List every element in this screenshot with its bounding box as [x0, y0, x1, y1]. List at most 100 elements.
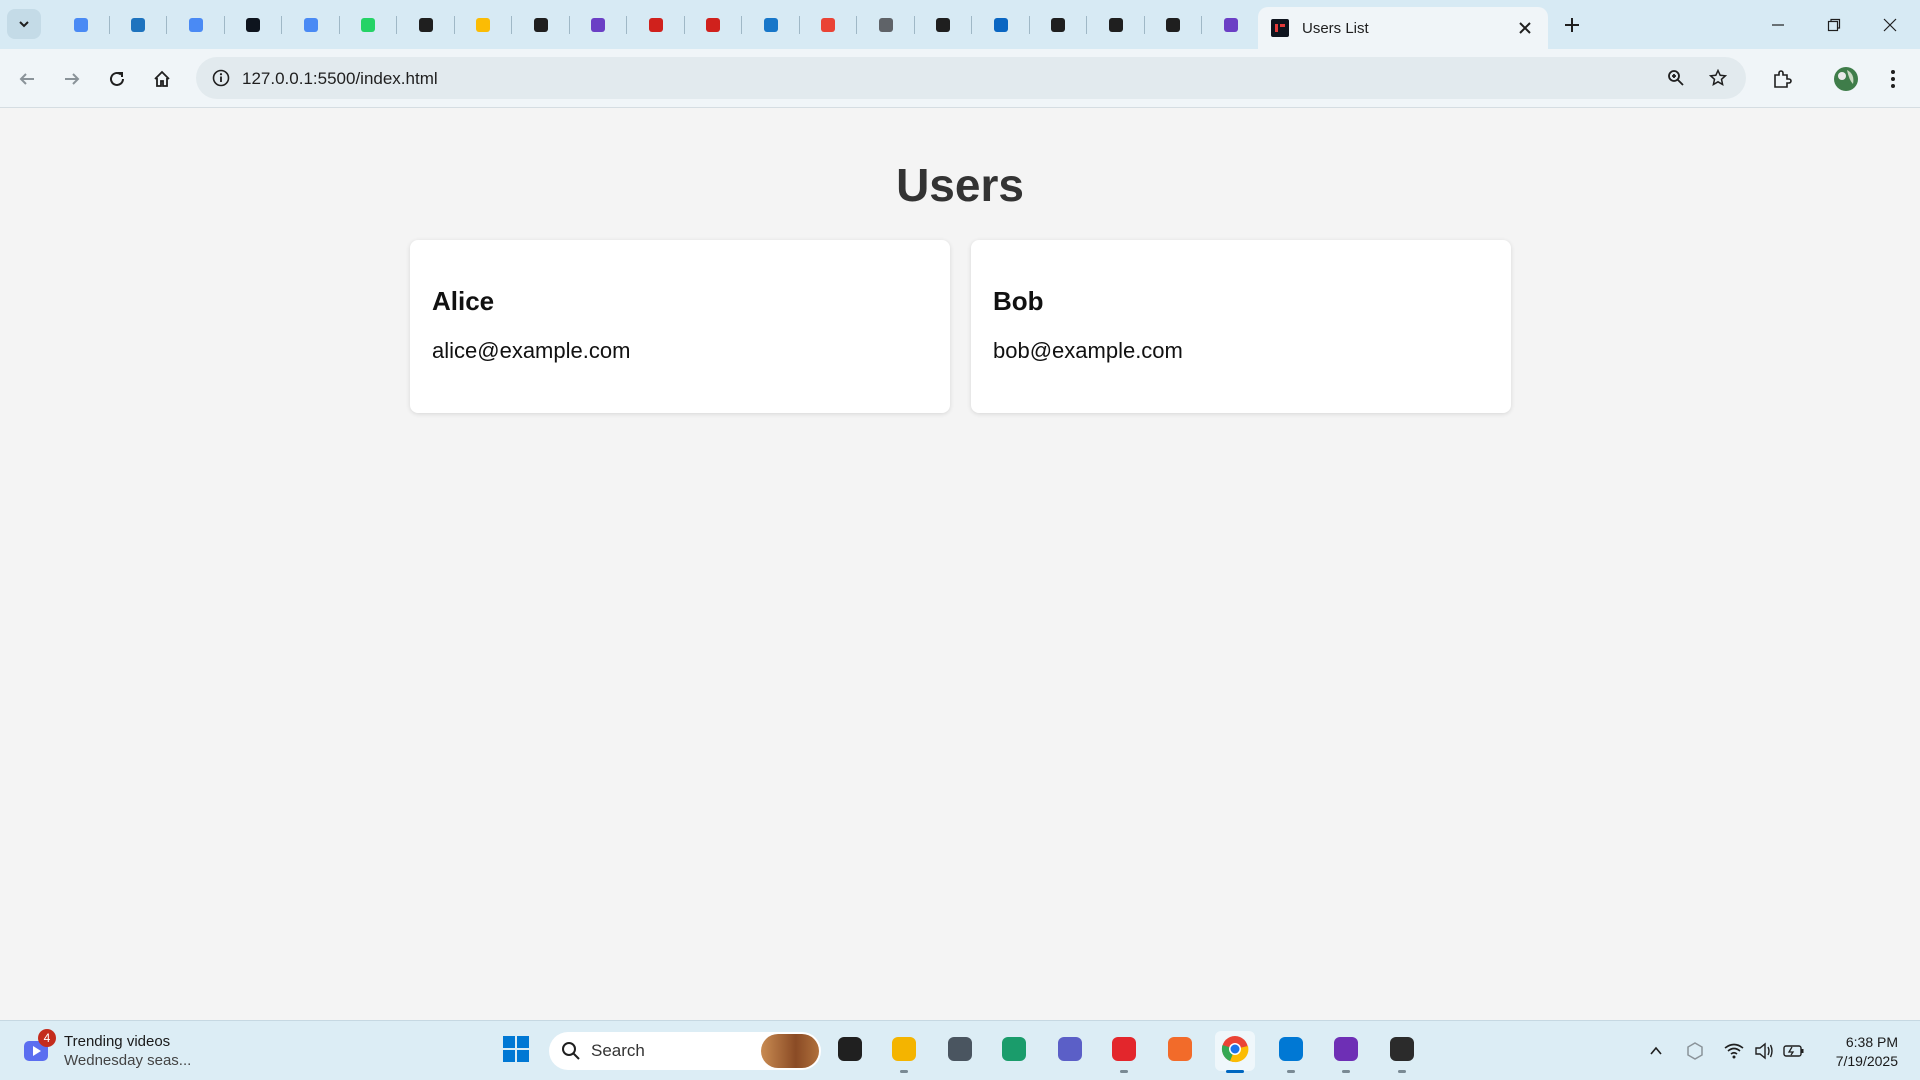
user-card: Alice alice@example.com [410, 240, 950, 413]
wps-office-icon [1110, 1035, 1138, 1068]
pinned-tab[interactable] [627, 0, 685, 49]
plus-icon [1565, 18, 1579, 32]
close-tab-icon[interactable] [1514, 17, 1536, 39]
chrome-taskbar-button[interactable] [1215, 1031, 1255, 1073]
file-explorer-icon [890, 1035, 918, 1068]
user-name: Alice [432, 286, 495, 316]
clock-time: 6:38 PM [1845, 1034, 1898, 1050]
file-explorer-taskbar-button[interactable] [884, 1031, 924, 1073]
user-name: Bob [993, 286, 1044, 316]
tab-strip: Users List [0, 0, 1920, 49]
home-button[interactable] [146, 63, 178, 95]
address-bar[interactable]: 127.0.0.1:5500/index.html [196, 57, 1746, 99]
running-indicator [900, 1070, 908, 1073]
forward-button[interactable] [56, 63, 88, 95]
camera-taskbar-button[interactable] [940, 1031, 980, 1071]
pinned-tab[interactable] [685, 0, 743, 49]
pinned-tab[interactable] [282, 0, 340, 49]
profile-button[interactable] [1830, 63, 1862, 95]
terminal-icon [1388, 1035, 1416, 1068]
github-desktop-icon [1332, 1035, 1360, 1068]
edge-taskbar-button[interactable] [994, 1031, 1034, 1071]
windows-start-taskbar-button[interactable] [496, 1031, 536, 1071]
pinned-tab[interactable] [570, 0, 628, 49]
wps-office-taskbar-button[interactable] [1104, 1031, 1144, 1073]
tab-title: Users List [1302, 19, 1369, 37]
k-icon [761, 15, 781, 35]
zoom-icon [1668, 70, 1684, 86]
running-indicator [1287, 1070, 1295, 1073]
battery-icon[interactable] [1780, 1037, 1808, 1065]
pinned-tab[interactable] [167, 0, 225, 49]
pinned-tab[interactable] [857, 0, 915, 49]
pinned-tab[interactable] [512, 0, 570, 49]
pinned-tab[interactable] [915, 0, 973, 49]
pinned-tab[interactable] [1087, 0, 1145, 49]
back-button[interactable] [11, 63, 43, 95]
taskbar-clock[interactable]: 6:38 PM 7/19/2025 [1836, 1033, 1898, 1071]
new-tab-button[interactable] [1558, 11, 1586, 39]
github-desktop-taskbar-button[interactable] [1326, 1031, 1366, 1073]
tech-red-icon [703, 15, 723, 35]
restore-button[interactable] [1806, 0, 1862, 49]
search-highlight-image [761, 1034, 819, 1068]
pinned-tab[interactable] [110, 0, 168, 49]
pinned-tab[interactable] [1202, 0, 1260, 49]
pinned-tab[interactable] [1030, 0, 1088, 49]
notes-icon [588, 15, 608, 35]
gemini-icon [301, 15, 321, 35]
pinned-tab[interactable] [340, 0, 398, 49]
minimize-button[interactable] [1750, 0, 1806, 49]
globe-icon [876, 15, 896, 35]
teams-taskbar-button[interactable] [1050, 1031, 1090, 1071]
running-indicator [1342, 1070, 1350, 1073]
close-window-button[interactable] [1862, 0, 1918, 49]
pinned-tab[interactable] [1145, 0, 1203, 49]
pinned-tab[interactable] [52, 0, 110, 49]
task-view-icon [836, 1035, 864, 1068]
pinned-tab[interactable] [225, 0, 283, 49]
chatgpt-icon [1106, 15, 1126, 35]
vscode-icon [1277, 1035, 1305, 1068]
pinned-tab[interactable] [397, 0, 455, 49]
star-icon [1709, 69, 1727, 87]
task-view-taskbar-button[interactable] [830, 1031, 870, 1071]
bookmark-button[interactable] [1702, 62, 1734, 94]
menu-button[interactable] [1877, 63, 1909, 95]
pinned-tab[interactable] [800, 0, 858, 49]
network-activity-icon[interactable] [1681, 1037, 1709, 1065]
show-hidden-icons-button[interactable] [1642, 1037, 1670, 1065]
chatgpt-icon [1163, 15, 1183, 35]
hackerrank-icon [243, 15, 263, 35]
pinned-tab[interactable] [455, 0, 513, 49]
pinned-tab[interactable] [742, 0, 800, 49]
pinned-tab[interactable] [972, 0, 1030, 49]
chatgpt-icon [416, 15, 436, 35]
zoom-button[interactable] [1660, 62, 1692, 94]
reload-button[interactable] [101, 63, 133, 95]
wifi-icon[interactable] [1720, 1037, 1748, 1065]
edge-icon [1000, 1035, 1028, 1068]
volume-icon[interactable] [1750, 1037, 1778, 1065]
user-email: bob@example.com [993, 338, 1183, 363]
chatgpt-icon [933, 15, 953, 35]
arrow-right-icon [65, 73, 80, 85]
tab-users-list[interactable]: Users List [1258, 7, 1548, 49]
widgets-button[interactable]: 4 Trending videos Wednesday seas... [22, 1029, 191, 1073]
tab-search-button[interactable] [7, 9, 41, 39]
whatsapp-icon [358, 15, 378, 35]
chevron-up-icon [1650, 1046, 1662, 1055]
site-info-icon[interactable] [206, 63, 236, 93]
taskbar-search[interactable]: Search [549, 1032, 821, 1070]
terminal-taskbar-button[interactable] [1382, 1031, 1422, 1073]
url-text[interactable]: 127.0.0.1:5500/index.html [242, 69, 438, 89]
google-drive-icon [473, 15, 493, 35]
vscode-taskbar-button[interactable] [1271, 1031, 1311, 1073]
pen-app-icon [1166, 1035, 1194, 1068]
extensions-button[interactable] [1766, 63, 1798, 95]
chatgpt-icon [531, 15, 551, 35]
close-icon [1883, 18, 1897, 31]
gemini-icon [71, 15, 91, 35]
browser-toolbar: 127.0.0.1:5500/index.html [0, 49, 1920, 108]
pen-app-taskbar-button[interactable] [1160, 1031, 1200, 1071]
